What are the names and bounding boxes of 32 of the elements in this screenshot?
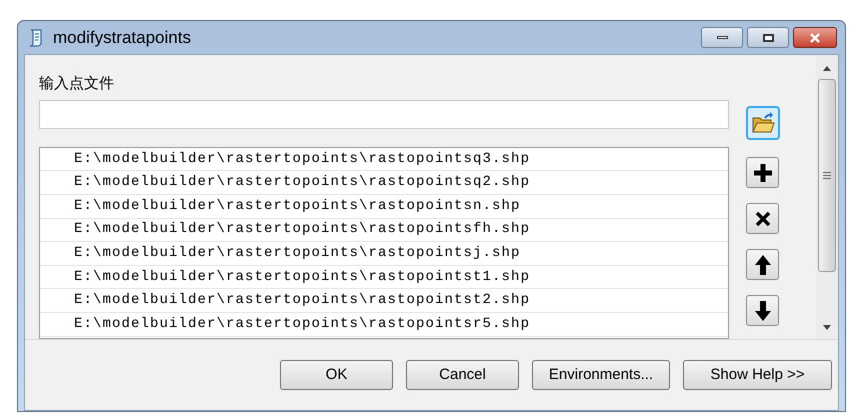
- file-list-item[interactable]: E:\modelbuilder\rastertopoints\rastopointsq3.shp: [40, 148, 728, 172]
- file-list-item[interactable]: E:\modelbuilder\rastertopoints\rastopointsn.shp: [40, 195, 728, 219]
- maximize-button[interactable]: [747, 27, 789, 48]
- dialog-button[interactable]: Cancel: [406, 360, 519, 390]
- dialog-button[interactable]: Environments...: [532, 360, 670, 390]
- arrow-up-icon: [754, 254, 772, 276]
- close-icon: [754, 210, 770, 226]
- file-list-item[interactable]: E:\modelbuilder\rastertopoints\rastopointsr5.shp: [40, 313, 728, 337]
- minimize-button[interactable]: [701, 27, 743, 48]
- file-list-item[interactable]: E:\modelbuilder\rastertopoints\rastopointsfh.shp: [40, 218, 728, 242]
- close-icon: [809, 32, 821, 42]
- file-list-item[interactable]: E:\modelbuilder\rastertopoints\rastopointst2.shp: [40, 289, 728, 314]
- move-down-button[interactable]: [746, 295, 779, 326]
- input-field[interactable]: [39, 100, 729, 129]
- scroll-down-icon[interactable]: [822, 325, 832, 331]
- file-list-item[interactable]: E:\modelbuilder\rastertopoints\rastopointst1.shp: [40, 266, 728, 290]
- dialog-button[interactable]: OK: [280, 360, 393, 390]
- file-list-item[interactable]: E:\modelbuilder\rastertopoints\rastopointsj.shp: [40, 242, 728, 266]
- add-button[interactable]: [746, 157, 779, 188]
- input-label: 输入点文件: [39, 75, 115, 93]
- plus-icon: [752, 162, 772, 182]
- move-up-button[interactable]: [746, 249, 779, 280]
- open-folder-button[interactable]: [746, 106, 780, 140]
- folder-icon: [751, 112, 775, 134]
- file-list-item[interactable]: E:\modelbuilder\rastertopoints\rastopointsq2.shp: [40, 171, 728, 196]
- scrollbar[interactable]: [816, 55, 838, 339]
- window-title: modifystratapoints: [53, 26, 191, 49]
- arrow-down-icon: [754, 300, 772, 322]
- remove-button[interactable]: [746, 203, 779, 234]
- close-button[interactable]: [793, 27, 837, 48]
- dialog-button[interactable]: Show Help >>: [683, 360, 832, 390]
- scroll-up-icon[interactable]: [822, 65, 832, 71]
